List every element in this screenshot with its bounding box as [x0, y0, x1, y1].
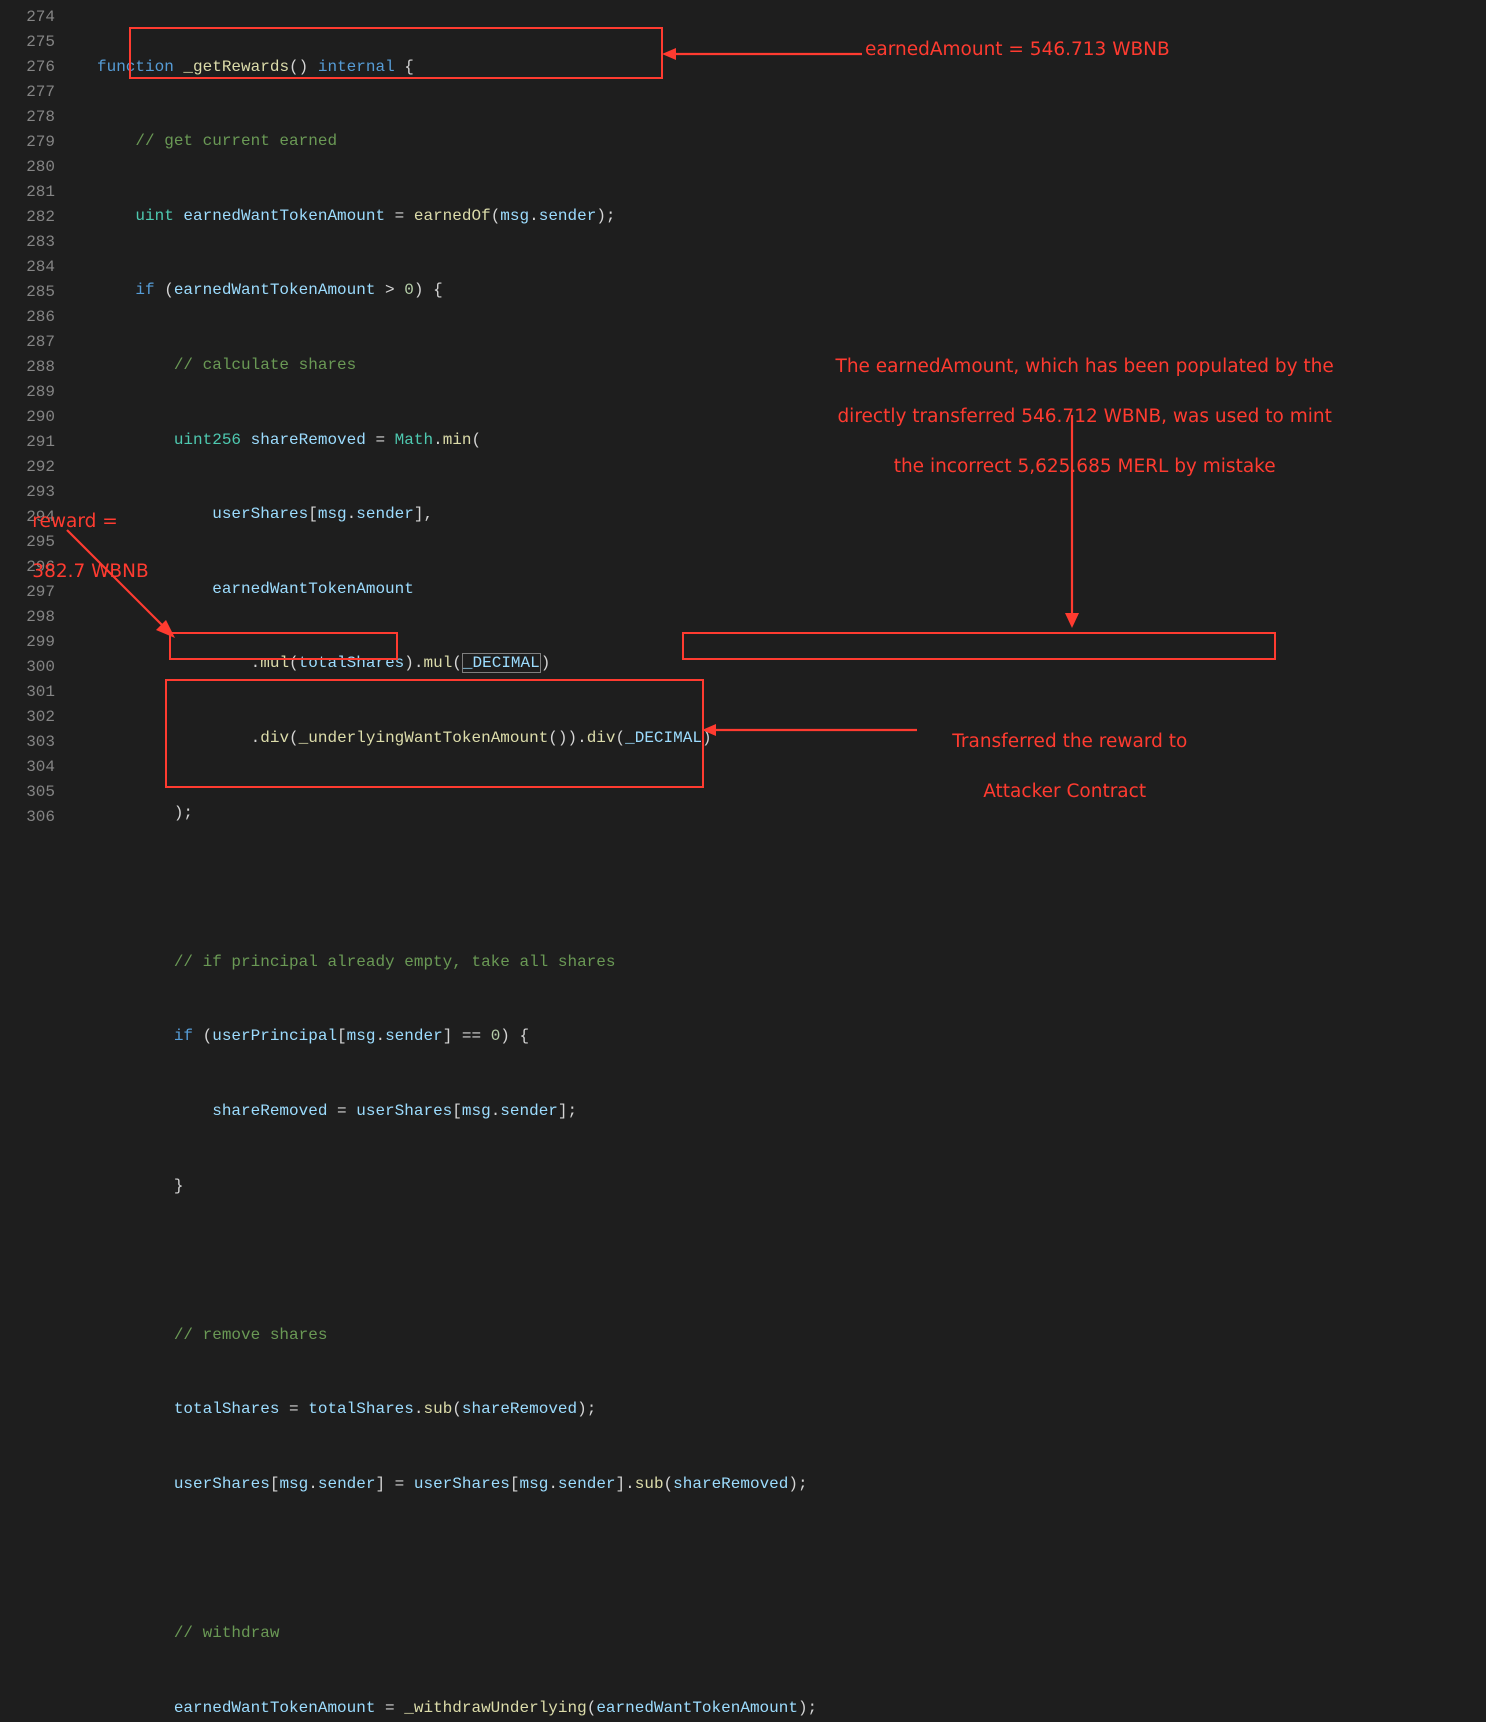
line-number: 304	[0, 755, 55, 780]
code-line: function _getRewards() internal {	[97, 55, 1486, 80]
code-line	[97, 1248, 1486, 1273]
line-number: 297	[0, 580, 55, 605]
line-number: 289	[0, 380, 55, 405]
line-number: 302	[0, 705, 55, 730]
line-number: 298	[0, 605, 55, 630]
code-line: // calculate shares	[97, 353, 1486, 378]
line-number-gutter: 274 275 276 277 278 279 280 281 282 283 …	[0, 0, 67, 1722]
code-line: // get current earned	[97, 129, 1486, 154]
line-number: 288	[0, 355, 55, 380]
line-number: 290	[0, 405, 55, 430]
line-number: 299	[0, 630, 55, 655]
line-number: 300	[0, 655, 55, 680]
line-number: 276	[0, 55, 55, 80]
code-line: .div(_underlyingWantTokenAmount()).div(_…	[97, 726, 1486, 751]
code-editor: 274 275 276 277 278 279 280 281 282 283 …	[0, 0, 1486, 1722]
code-line: // remove shares	[97, 1323, 1486, 1348]
code-line: // withdraw	[97, 1621, 1486, 1646]
code-line: totalShares = totalShares.sub(shareRemov…	[97, 1397, 1486, 1422]
code-line: // if principal already empty, take all …	[97, 950, 1486, 975]
code-line: shareRemoved = userShares[msg.sender];	[97, 1099, 1486, 1124]
annotation-text: the incorrect 5,625.685 MERL by mistake	[894, 456, 1276, 477]
code-line: earnedWantTokenAmount	[97, 577, 1486, 602]
line-number: 292	[0, 455, 55, 480]
line-number: 275	[0, 30, 55, 55]
code-line: uint256 shareRemoved = Math.min(	[97, 428, 1486, 453]
code-line: );	[97, 801, 1486, 826]
line-number: 283	[0, 230, 55, 255]
line-number: 281	[0, 180, 55, 205]
code-line: earnedWantTokenAmount = _withdrawUnderly…	[97, 1696, 1486, 1721]
line-number: 287	[0, 330, 55, 355]
code-line: .mul(totalShares).mul(_DECIMAL)	[97, 651, 1486, 676]
code-line: userShares[msg.sender],	[97, 502, 1486, 527]
code-line: uint earnedWantTokenAmount = earnedOf(ms…	[97, 204, 1486, 229]
line-number: 285	[0, 280, 55, 305]
code-line	[97, 875, 1486, 900]
line-number: 279	[0, 130, 55, 155]
annotation-text: directly transferred 546.712 WBNB, was u…	[837, 406, 1331, 427]
line-number: 294	[0, 505, 55, 530]
line-number: 284	[0, 255, 55, 280]
code-line: if (userPrincipal[msg.sender] == 0) {	[97, 1024, 1486, 1049]
line-number: 277	[0, 80, 55, 105]
code-line: }	[97, 1174, 1486, 1199]
line-number: 303	[0, 730, 55, 755]
line-number: 291	[0, 430, 55, 455]
code-line	[97, 1546, 1486, 1571]
annotation-text: Attacker Contract	[983, 781, 1146, 802]
code-line: if (earnedWantTokenAmount > 0) {	[97, 278, 1486, 303]
line-number: 293	[0, 480, 55, 505]
line-number: 280	[0, 155, 55, 180]
line-number: 286	[0, 305, 55, 330]
line-number: 296	[0, 555, 55, 580]
line-number: 305	[0, 780, 55, 805]
line-number: 301	[0, 680, 55, 705]
line-number: 274	[0, 5, 55, 30]
line-number: 306	[0, 805, 55, 830]
code-area: function _getRewards() internal { // get…	[67, 0, 1486, 1722]
line-number: 295	[0, 530, 55, 555]
line-number: 282	[0, 205, 55, 230]
line-number: 278	[0, 105, 55, 130]
code-line: userShares[msg.sender] = userShares[msg.…	[97, 1472, 1486, 1497]
